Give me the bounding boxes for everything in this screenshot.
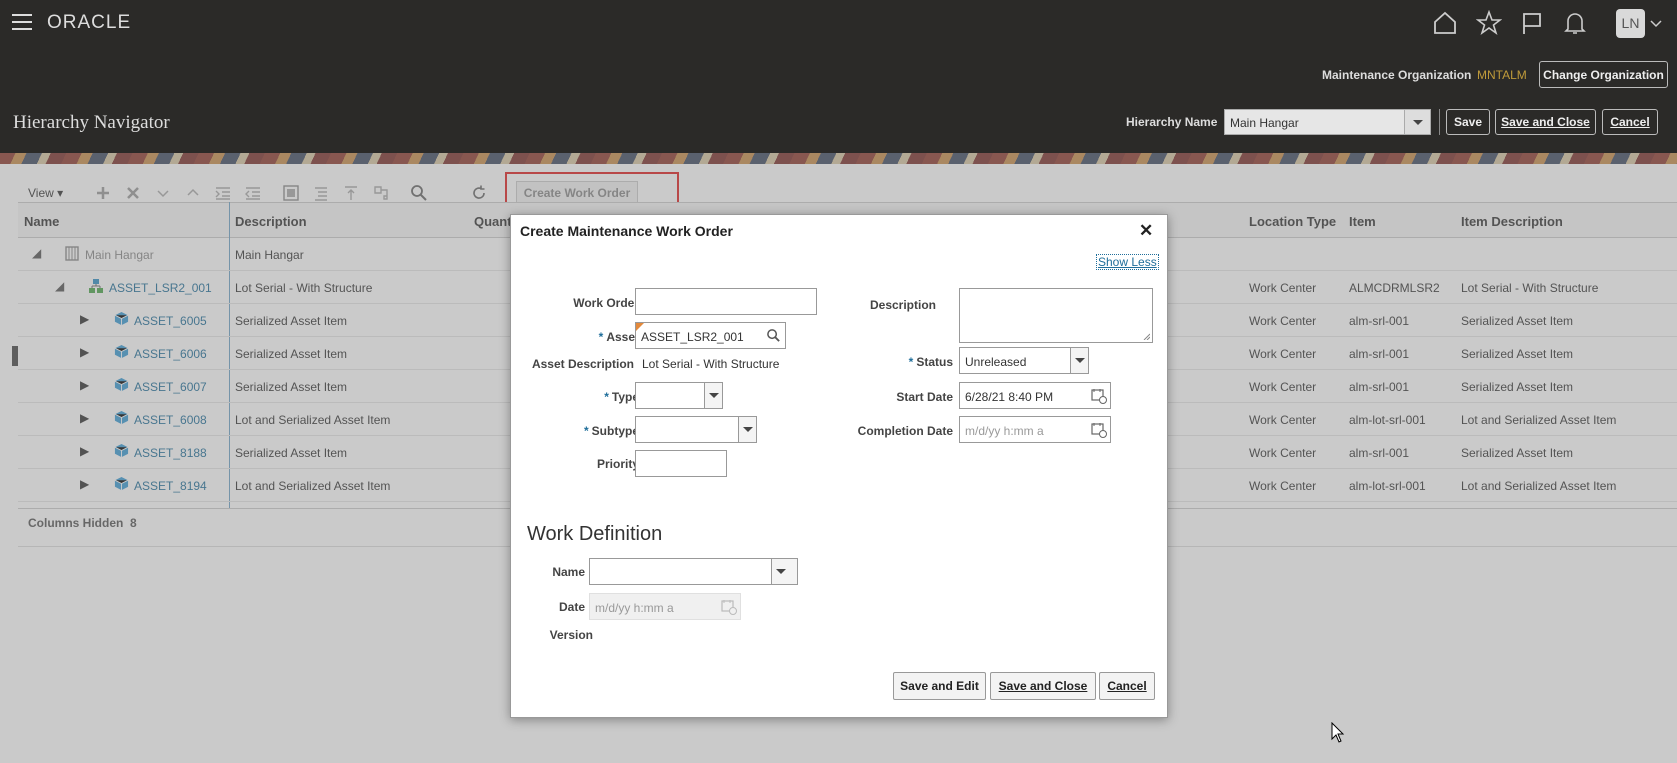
create-work-order-dialog: Create Maintenance Work Order ✕ Show Les… <box>510 214 1168 718</box>
start-date-value: 6/28/21 8:40 PM <box>965 390 1054 404</box>
subtype-label: * Subtype <box>583 424 639 438</box>
favorites-star-icon[interactable] <box>1475 9 1503 36</box>
oracle-logo: ORACLE <box>47 12 132 33</box>
dropdown-icon[interactable] <box>738 417 756 442</box>
work-definition-heading: Work Definition <box>527 523 663 545</box>
asset-description-value: Lot Serial - With Structure <box>642 357 780 371</box>
close-icon[interactable]: ✕ <box>1139 221 1153 241</box>
calendar-icon[interactable] <box>1091 422 1107 438</box>
calendar-icon[interactable] <box>721 599 737 615</box>
asset-description-label: Asset Description <box>531 357 634 371</box>
asset-value: ASSET_LSR2_001 <box>641 330 744 344</box>
work-order-label: Work Order <box>573 296 639 310</box>
start-date-label: Start Date <box>896 390 953 404</box>
cancel-button[interactable]: Cancel <box>1099 672 1155 700</box>
header-divider <box>1439 109 1440 135</box>
dropdown-icon[interactable] <box>771 559 797 584</box>
hierarchy-name-label: Hierarchy Name <box>1126 115 1218 129</box>
dropdown-icon[interactable] <box>704 383 722 408</box>
save-and-edit-button[interactable]: Save and Edit <box>893 672 986 700</box>
description-label: Description <box>869 298 936 312</box>
mouse-cursor-icon <box>1331 721 1345 747</box>
asset-input[interactable]: ASSET_LSR2_001 <box>635 322 786 349</box>
type-select[interactable] <box>635 382 723 409</box>
chevron-down-icon[interactable] <box>1650 18 1662 28</box>
show-less-link[interactable]: Show Less <box>1096 254 1159 270</box>
wd-date-input[interactable]: m/d/yy h:mm a <box>589 593 741 620</box>
completion-date-input[interactable]: m/d/yy h:mm a <box>959 416 1111 443</box>
user-avatar[interactable]: LN <box>1616 9 1645 38</box>
save-and-close-button[interactable]: Save and Close <box>1495 109 1596 135</box>
notifications-bell-icon[interactable] <box>1562 10 1588 36</box>
priority-label: Priority <box>596 457 639 471</box>
global-header: ORACLE LN Maintenance Organization MNTAL… <box>0 0 1677 153</box>
wd-date-placeholder: m/d/yy h:mm a <box>595 601 674 615</box>
dropdown-icon[interactable] <box>1070 348 1088 373</box>
wd-name-label: Name <box>552 565 585 579</box>
status-select[interactable]: Unreleased <box>959 347 1089 374</box>
calendar-icon[interactable] <box>1091 388 1107 404</box>
completion-date-label: Completion Date <box>857 424 953 438</box>
description-textarea[interactable] <box>959 288 1153 343</box>
page-title: Hierarchy Navigator <box>13 112 170 133</box>
work-order-input[interactable] <box>635 288 817 315</box>
wd-name-select[interactable] <box>589 558 798 585</box>
org-value: MNTALM <box>1477 68 1527 82</box>
menu-icon[interactable] <box>12 14 32 30</box>
save-and-close-button[interactable]: Save and Close <box>990 672 1096 700</box>
status-value: Unreleased <box>965 355 1027 369</box>
flag-icon[interactable] <box>1519 10 1545 36</box>
wd-version-label: Version <box>549 628 593 642</box>
cancel-button[interactable]: Cancel <box>1602 109 1658 135</box>
subtype-select[interactable] <box>635 416 757 443</box>
start-date-input[interactable]: 6/28/21 8:40 PM <box>959 382 1111 409</box>
asset-label: * Asset <box>598 330 639 344</box>
dialog-title: Create Maintenance Work Order <box>520 223 733 239</box>
hierarchy-name-select[interactable]: Main Hangar <box>1224 109 1431 135</box>
hierarchy-name-value: Main Hangar <box>1230 116 1299 130</box>
dropdown-icon[interactable] <box>1404 110 1430 134</box>
save-button[interactable]: Save <box>1446 109 1490 135</box>
required-icon: * <box>598 330 604 344</box>
org-label: Maintenance Organization <box>1322 68 1472 82</box>
status-label: *UnreleasedStatus <box>908 355 953 369</box>
completion-date-placeholder: m/d/yy h:mm a <box>965 424 1044 438</box>
type-label: * Type <box>604 390 639 404</box>
home-icon[interactable] <box>1432 10 1458 36</box>
wd-date-label: Date <box>558 600 585 614</box>
change-organization-button[interactable]: Change Organization <box>1539 61 1668 88</box>
search-icon[interactable] <box>766 328 781 346</box>
priority-input[interactable] <box>635 450 727 477</box>
